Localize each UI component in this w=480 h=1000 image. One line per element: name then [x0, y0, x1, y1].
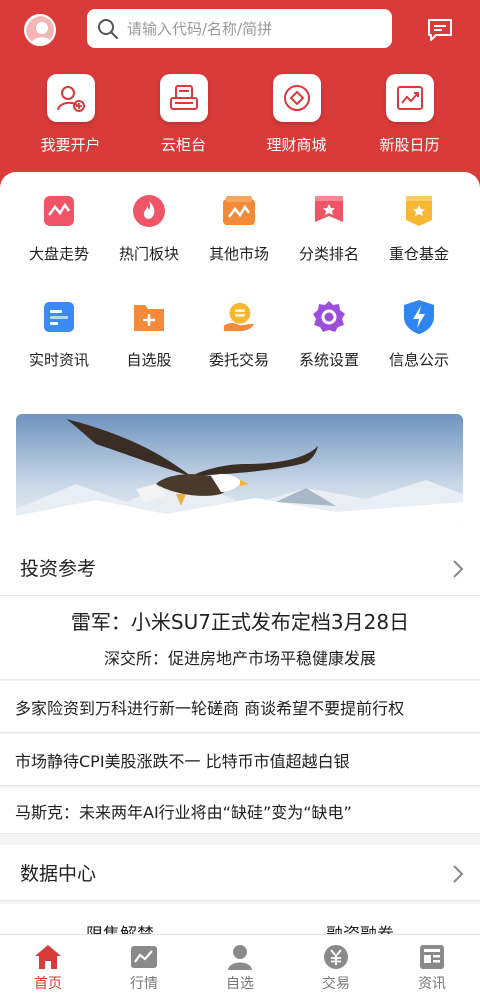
counter-icon	[169, 85, 198, 110]
fund-icon	[406, 196, 432, 226]
news-item[interactable]: 马斯克：未来两年AI行业将由“缺硅”变为“缺电”	[0, 788, 480, 834]
quick-label: 新股日历	[379, 136, 440, 154]
data-center-title: 数据中心	[20, 863, 97, 885]
quick-ipo-calendar[interactable]: 新股日历	[353, 74, 466, 155]
user-add-icon	[56, 86, 85, 112]
grid-item-disclosure[interactable]: 信息公示	[374, 300, 464, 406]
message-button[interactable]	[427, 18, 453, 42]
yen-coin-icon	[324, 945, 348, 969]
tab-watchlist[interactable]: 自选	[192, 935, 288, 1000]
quick-ipo-calendar-box	[385, 74, 434, 122]
feature-row: 实时资讯 自选股 委托交易 系统设置 信息公示	[0, 300, 480, 406]
chevron-right-icon	[453, 560, 464, 578]
other-market-icon	[223, 196, 255, 225]
grid-label: 大盘走势	[28, 245, 89, 263]
news-icon	[44, 302, 74, 332]
grid-label: 自选股	[126, 351, 172, 369]
investment-title: 投资参考	[20, 558, 97, 580]
newspaper-icon	[420, 945, 444, 969]
quick-open-account[interactable]: 我要开户	[14, 74, 127, 155]
grid-item-other-markets[interactable]: 其他市场	[194, 194, 284, 300]
tab-label: 资讯	[418, 976, 446, 992]
eagle-banner-image	[16, 414, 463, 529]
grid-label: 热门板块	[118, 245, 179, 263]
news-item[interactable]: 多家险资到万科进行新一轮磋商 商谈希望不要提前行权	[0, 681, 480, 733]
market-chart-icon	[131, 946, 157, 968]
quick-cloud-counter-box	[159, 74, 208, 122]
tab-label: 交易	[322, 976, 350, 992]
tab-label: 行情	[130, 976, 158, 992]
header: 我要开户 云柜台 理财商城	[0, 0, 480, 200]
quick-open-account-box	[46, 74, 95, 122]
grid-item-entrust-trade[interactable]: 委托交易	[194, 300, 284, 406]
tab-label: 自选	[226, 976, 254, 992]
home-icon	[35, 945, 61, 969]
feature-card: 大盘走势 热门板块 其他市场 分类排名 重仓基金 实时资讯 自选股 委托交易 系…	[0, 172, 480, 542]
data-center-header[interactable]: 数据中心	[0, 845, 480, 901]
grid-label: 重仓基金	[388, 245, 449, 263]
grid-label: 实时资讯	[28, 351, 89, 369]
quick-label: 我要开户	[40, 136, 101, 154]
grid-item-ranking[interactable]: 分类排名	[284, 194, 374, 300]
search-icon	[98, 18, 118, 39]
bottom-tab-bar: 首页 行情 自选 交易 资讯	[0, 934, 480, 1000]
grid-label: 分类排名	[298, 245, 359, 263]
headline[interactable]: 雷军：小米SU7正式发布定档3月28日	[0, 606, 480, 635]
wealth-mall-icon	[283, 85, 310, 111]
investment-header[interactable]: 投资参考	[0, 540, 480, 596]
quick-actions: 我要开户 云柜台 理财商城 新股日历	[0, 74, 480, 155]
settings-icon	[313, 301, 345, 332]
tab-news[interactable]: 资讯	[384, 935, 480, 1000]
trade-hand-icon	[223, 302, 254, 332]
quick-wealth-mall-box	[272, 74, 321, 122]
tab-home[interactable]: 首页	[0, 935, 96, 1000]
feature-grid: 大盘走势 热门板块 其他市场 分类排名 重仓基金 实时资讯 自选股 委托交易 系…	[0, 194, 480, 406]
grid-item-settings[interactable]: 系统设置	[284, 300, 374, 406]
search-input[interactable]	[127, 19, 367, 38]
tab-market[interactable]: 行情	[96, 935, 192, 1000]
grid-item-market-trend[interactable]: 大盘走势	[14, 194, 104, 300]
shield-bolt-icon	[404, 300, 434, 334]
news-item[interactable]: 市场静待CPI美股涨跌不一 比特币市值超越白银	[0, 734, 480, 786]
tab-label: 首页	[34, 976, 62, 992]
grid-label: 系统设置	[298, 351, 359, 369]
fire-icon	[133, 195, 165, 227]
grid-item-hot-sectors[interactable]: 热门板块	[104, 194, 194, 300]
quick-label: 云柜台	[160, 136, 206, 154]
market-trend-icon	[44, 196, 74, 226]
feature-row: 大盘走势 热门板块 其他市场 分类排名 重仓基金	[0, 194, 480, 300]
quick-label: 理财商城	[266, 136, 327, 154]
chart-trend-icon	[396, 86, 423, 110]
headline-block[interactable]: 雷军：小米SU7正式发布定档3月28日 深交所：促进房地产市场平稳健康发展	[0, 596, 480, 680]
avatar[interactable]	[24, 14, 56, 46]
search-bar[interactable]	[87, 9, 392, 48]
ranking-icon	[315, 196, 343, 222]
user-avatar-icon	[26, 16, 54, 44]
grid-item-watchlist[interactable]: 自选股	[104, 300, 194, 406]
grid-label: 信息公示	[388, 351, 449, 369]
grid-label: 其他市场	[208, 245, 269, 263]
grid-item-realtime-news[interactable]: 实时资讯	[14, 300, 104, 406]
add-folder-icon	[134, 305, 164, 331]
quick-wealth-mall[interactable]: 理财商城	[240, 74, 353, 155]
promo-banner[interactable]	[16, 414, 463, 529]
grid-item-fund[interactable]: 重仓基金	[374, 194, 464, 300]
subheadline[interactable]: 深交所：促进房地产市场平稳健康发展	[0, 645, 480, 669]
grid-label: 委托交易	[208, 351, 269, 369]
message-icon	[428, 19, 452, 41]
quick-cloud-counter[interactable]: 云柜台	[127, 74, 240, 155]
tab-trade[interactable]: 交易	[288, 935, 384, 1000]
chevron-right-icon	[453, 865, 464, 883]
person-icon	[228, 945, 252, 970]
